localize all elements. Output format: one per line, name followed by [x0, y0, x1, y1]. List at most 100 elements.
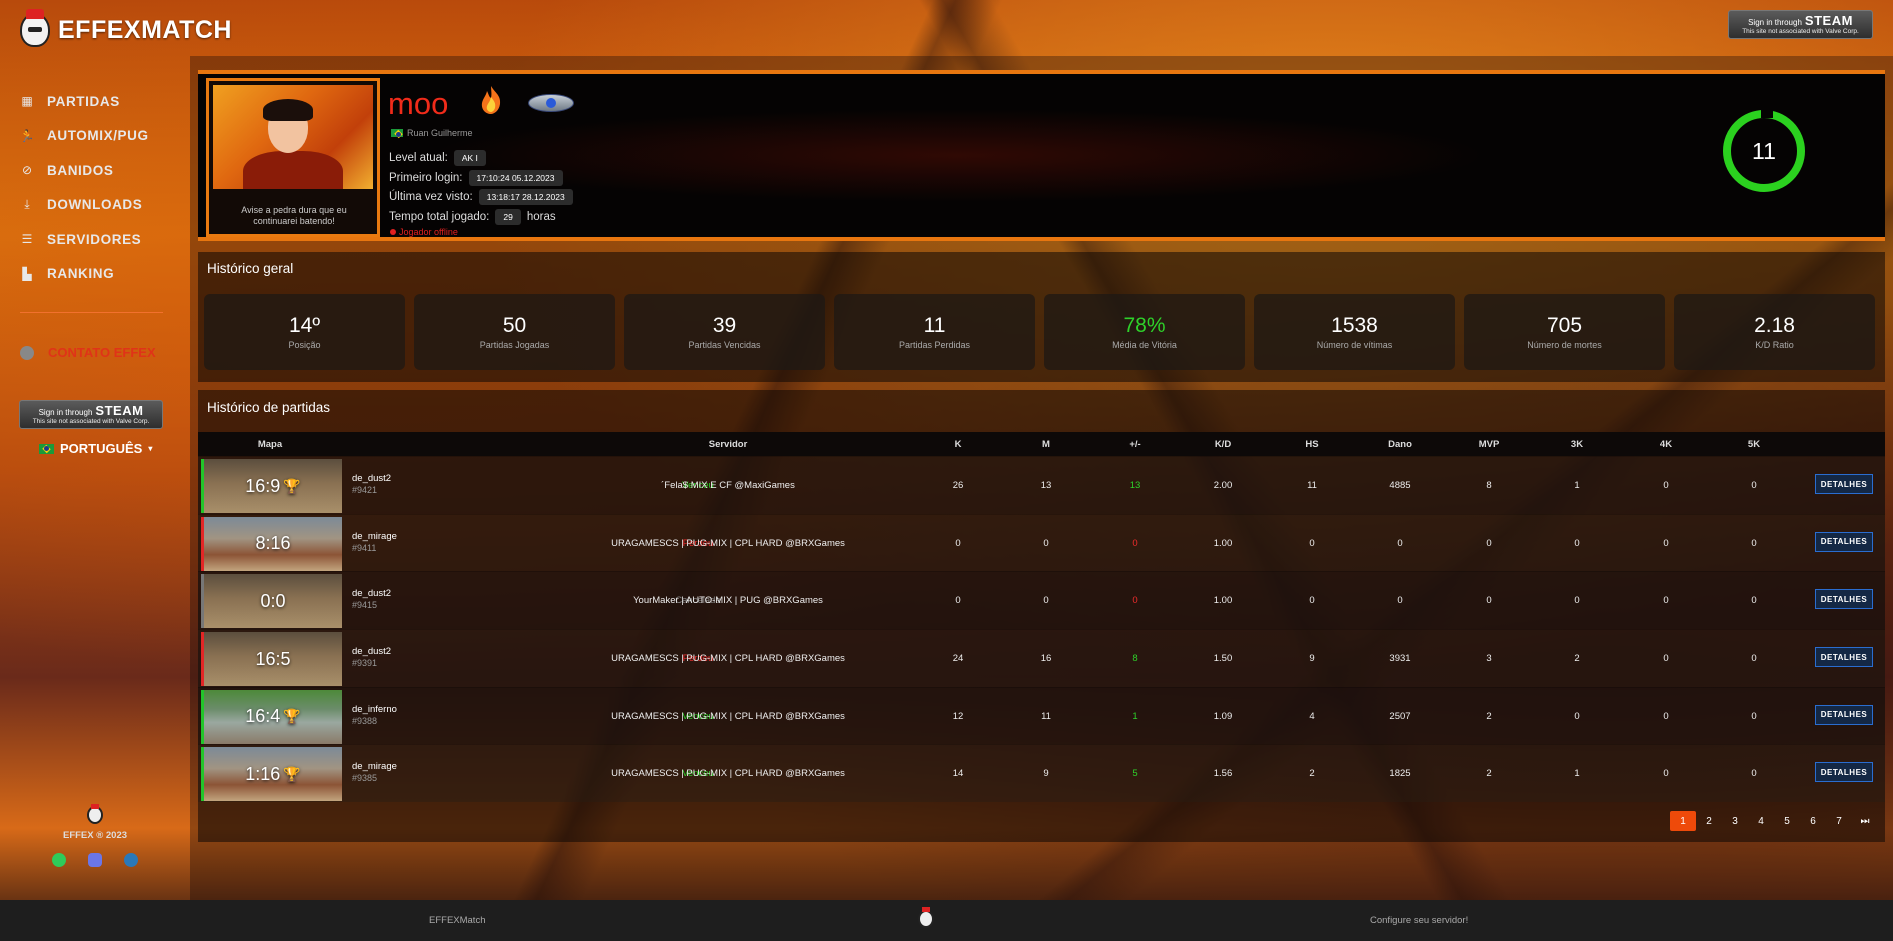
cell-dano: 0 [1397, 595, 1403, 607]
stat-label: Partidas Vencidas [688, 340, 761, 350]
sidebar-item-partidas[interactable]: ▦ PARTIDAS [0, 84, 190, 119]
cell-k: 26 [952, 480, 964, 491]
cell-k5: 0 [1751, 768, 1757, 780]
first-login-label: Primeiro login: [389, 172, 463, 184]
col-mvp[interactable]: MVP [1479, 439, 1500, 450]
stat-value: 14º [288, 314, 321, 337]
stat-card: 14º Posição [204, 294, 405, 370]
details-button[interactable]: DETALHES [1815, 704, 1873, 725]
steam-disclaimer: This site not associated with Valve Corp… [1742, 28, 1859, 35]
cell-hs: 4 [1309, 710, 1315, 722]
trophy-icon: 🏆 [283, 477, 301, 494]
contact-link[interactable]: CONTATO EFFEX [20, 345, 156, 360]
steam-top-label: Sign in through [1748, 18, 1802, 27]
page-button[interactable]: 3 [1722, 811, 1748, 831]
map-thumbnail[interactable]: 0:0 [201, 574, 342, 629]
map-thumbnail[interactable]: 16:4 🏆 [201, 689, 342, 744]
details-button[interactable]: DETALHES [1815, 762, 1873, 783]
sidebar-item-label: SERVIDORES [47, 231, 142, 247]
col-hs[interactable]: HS [1305, 439, 1318, 450]
cell-m: 11 [1041, 710, 1051, 722]
cell-k4: 0 [1663, 653, 1669, 665]
language-label: PORTUGUÊS [60, 441, 143, 456]
first-login-value: 17:10:24 05.12.2023 [468, 170, 563, 186]
server-name: URAGAMESCS | PUG-MIX | CPL HARD @BRXGame… [611, 537, 845, 549]
discord-icon[interactable] [88, 853, 102, 867]
cell-hs: 0 [1309, 537, 1315, 549]
details-button[interactable]: DETALHES [1815, 647, 1873, 668]
page-button[interactable]: 7 [1826, 811, 1852, 831]
details-button[interactable]: DETALHES [1815, 589, 1873, 610]
col-m[interactable]: M [1042, 439, 1050, 450]
stat-label: Média de Vitória [1112, 340, 1177, 350]
col-plus-minus[interactable]: +/- [1129, 439, 1140, 450]
cell-dano: 3931 [1389, 653, 1411, 665]
col-mapa[interactable]: Mapa [258, 439, 282, 450]
page-button[interactable]: 4 [1748, 811, 1774, 831]
steam-signin-button-sidebar[interactable]: Sign in through STEAM This site not assoc… [19, 400, 163, 429]
whatsapp-icon[interactable] [52, 853, 66, 867]
map-thumbnail[interactable]: 16:5 [201, 632, 342, 687]
steam-disclaimer: This site not associated with Valve Corp… [32, 418, 150, 425]
col-4k[interactable]: 4K [1660, 439, 1672, 450]
cell-hs: 9 [1309, 653, 1315, 665]
match-id: #9421 [352, 485, 378, 495]
col-3k[interactable]: 3K [1571, 439, 1583, 450]
cell-k4: 0 [1663, 710, 1669, 722]
map-name: de_mirage [352, 530, 397, 542]
language-selector[interactable]: PORTUGUÊS ▾ [39, 441, 152, 456]
map-thumbnail[interactable]: 8:16 [201, 516, 342, 571]
cell-dano: 4885 [1389, 480, 1411, 491]
cell-kd: 1.50 [1213, 653, 1233, 665]
page-button[interactable]: 6 [1800, 811, 1826, 831]
footer-logo-icon [918, 907, 934, 928]
match-id: #9388 [352, 715, 378, 726]
stat-card: 2.18 K/D Ratio [1674, 294, 1875, 370]
footer-configure-link[interactable]: Configure seu servidor! [1370, 915, 1468, 926]
details-button[interactable]: DETALHES [1815, 474, 1873, 494]
brand[interactable]: EFFEXMATCH [20, 9, 232, 50]
col-k[interactable]: K [955, 439, 962, 450]
sidebar-item-label: RANKING [47, 266, 115, 282]
map-thumbnail[interactable]: 1:16 🏆 [201, 747, 342, 802]
map-name: de_dust2 [352, 473, 392, 484]
col-5k[interactable]: 5K [1748, 439, 1760, 450]
col-servidor[interactable]: Servidor [709, 439, 748, 450]
dashboard-icon: ▦ [21, 94, 33, 109]
download-icon: ⤓ [24, 197, 30, 212]
sidebar-item-banidos[interactable]: ⊘ BANIDOS [0, 153, 190, 188]
table-row: 8:16 de_mirage #9411 Perdeu URAGAMESCS | PUG… [198, 513, 1885, 572]
sidebar-item-ranking[interactable]: ▙ RANKING [0, 257, 190, 292]
footer-brand[interactable]: EFFEXMatch [429, 915, 486, 926]
page-button[interactable]: 5 [1774, 811, 1800, 831]
match-id: #9411 [352, 542, 377, 553]
sidebar-item-label: PARTIDAS [47, 93, 120, 109]
table-header: Mapa Servidor K M +/- K/D HS Dano MVP 3K… [198, 432, 1885, 456]
cell-k5: 0 [1751, 710, 1757, 722]
cell-k5: 0 [1751, 537, 1757, 549]
page-button[interactable]: 1 [1670, 811, 1696, 831]
match-id: #9391 [352, 658, 378, 669]
map-thumbnail[interactable]: 16:9 🏆 [201, 459, 342, 513]
page-button[interactable]: 2 [1696, 811, 1722, 831]
contact-icon [20, 345, 34, 360]
real-name: Ruan Guilherme [391, 128, 473, 138]
playtime-row: Tempo total jogado: 29 horas [389, 209, 556, 225]
status-text: Jogador offline [399, 227, 458, 237]
sidebar-item-automix[interactable]: 🏃 AUTOMIX/PUG [0, 119, 190, 154]
col-dano[interactable]: Dano [1388, 439, 1412, 450]
cell-kd: 2.00 [1213, 480, 1233, 491]
sidebar-item-downloads[interactable]: ⤓ DOWNLOADS [0, 188, 190, 223]
server-name: URAGAMESCS | PUG-MIX | CPL HARD @BRXGame… [611, 710, 845, 722]
cell-kd: 1.09 [1213, 710, 1233, 722]
col-kd[interactable]: K/D [1215, 439, 1231, 450]
last-page-icon[interactable]: ⏭ [1852, 811, 1878, 831]
avatar-caption: Avise a pedra dura que eu continuarei ba… [241, 205, 347, 226]
details-button[interactable]: DETALHES [1815, 531, 1873, 552]
sidebar-item-label: DOWNLOADS [47, 197, 143, 213]
sidebar-item-servidores[interactable]: ☰ SERVIDORES [0, 222, 190, 257]
level-value: AK I [453, 150, 486, 166]
steam-signin-button[interactable]: Sign in through STEAM This site not assoc… [1728, 10, 1873, 39]
steam-icon[interactable] [124, 853, 138, 867]
last-seen-row: Última vez visto: 13:18:17 28.12.2023 [389, 189, 573, 205]
